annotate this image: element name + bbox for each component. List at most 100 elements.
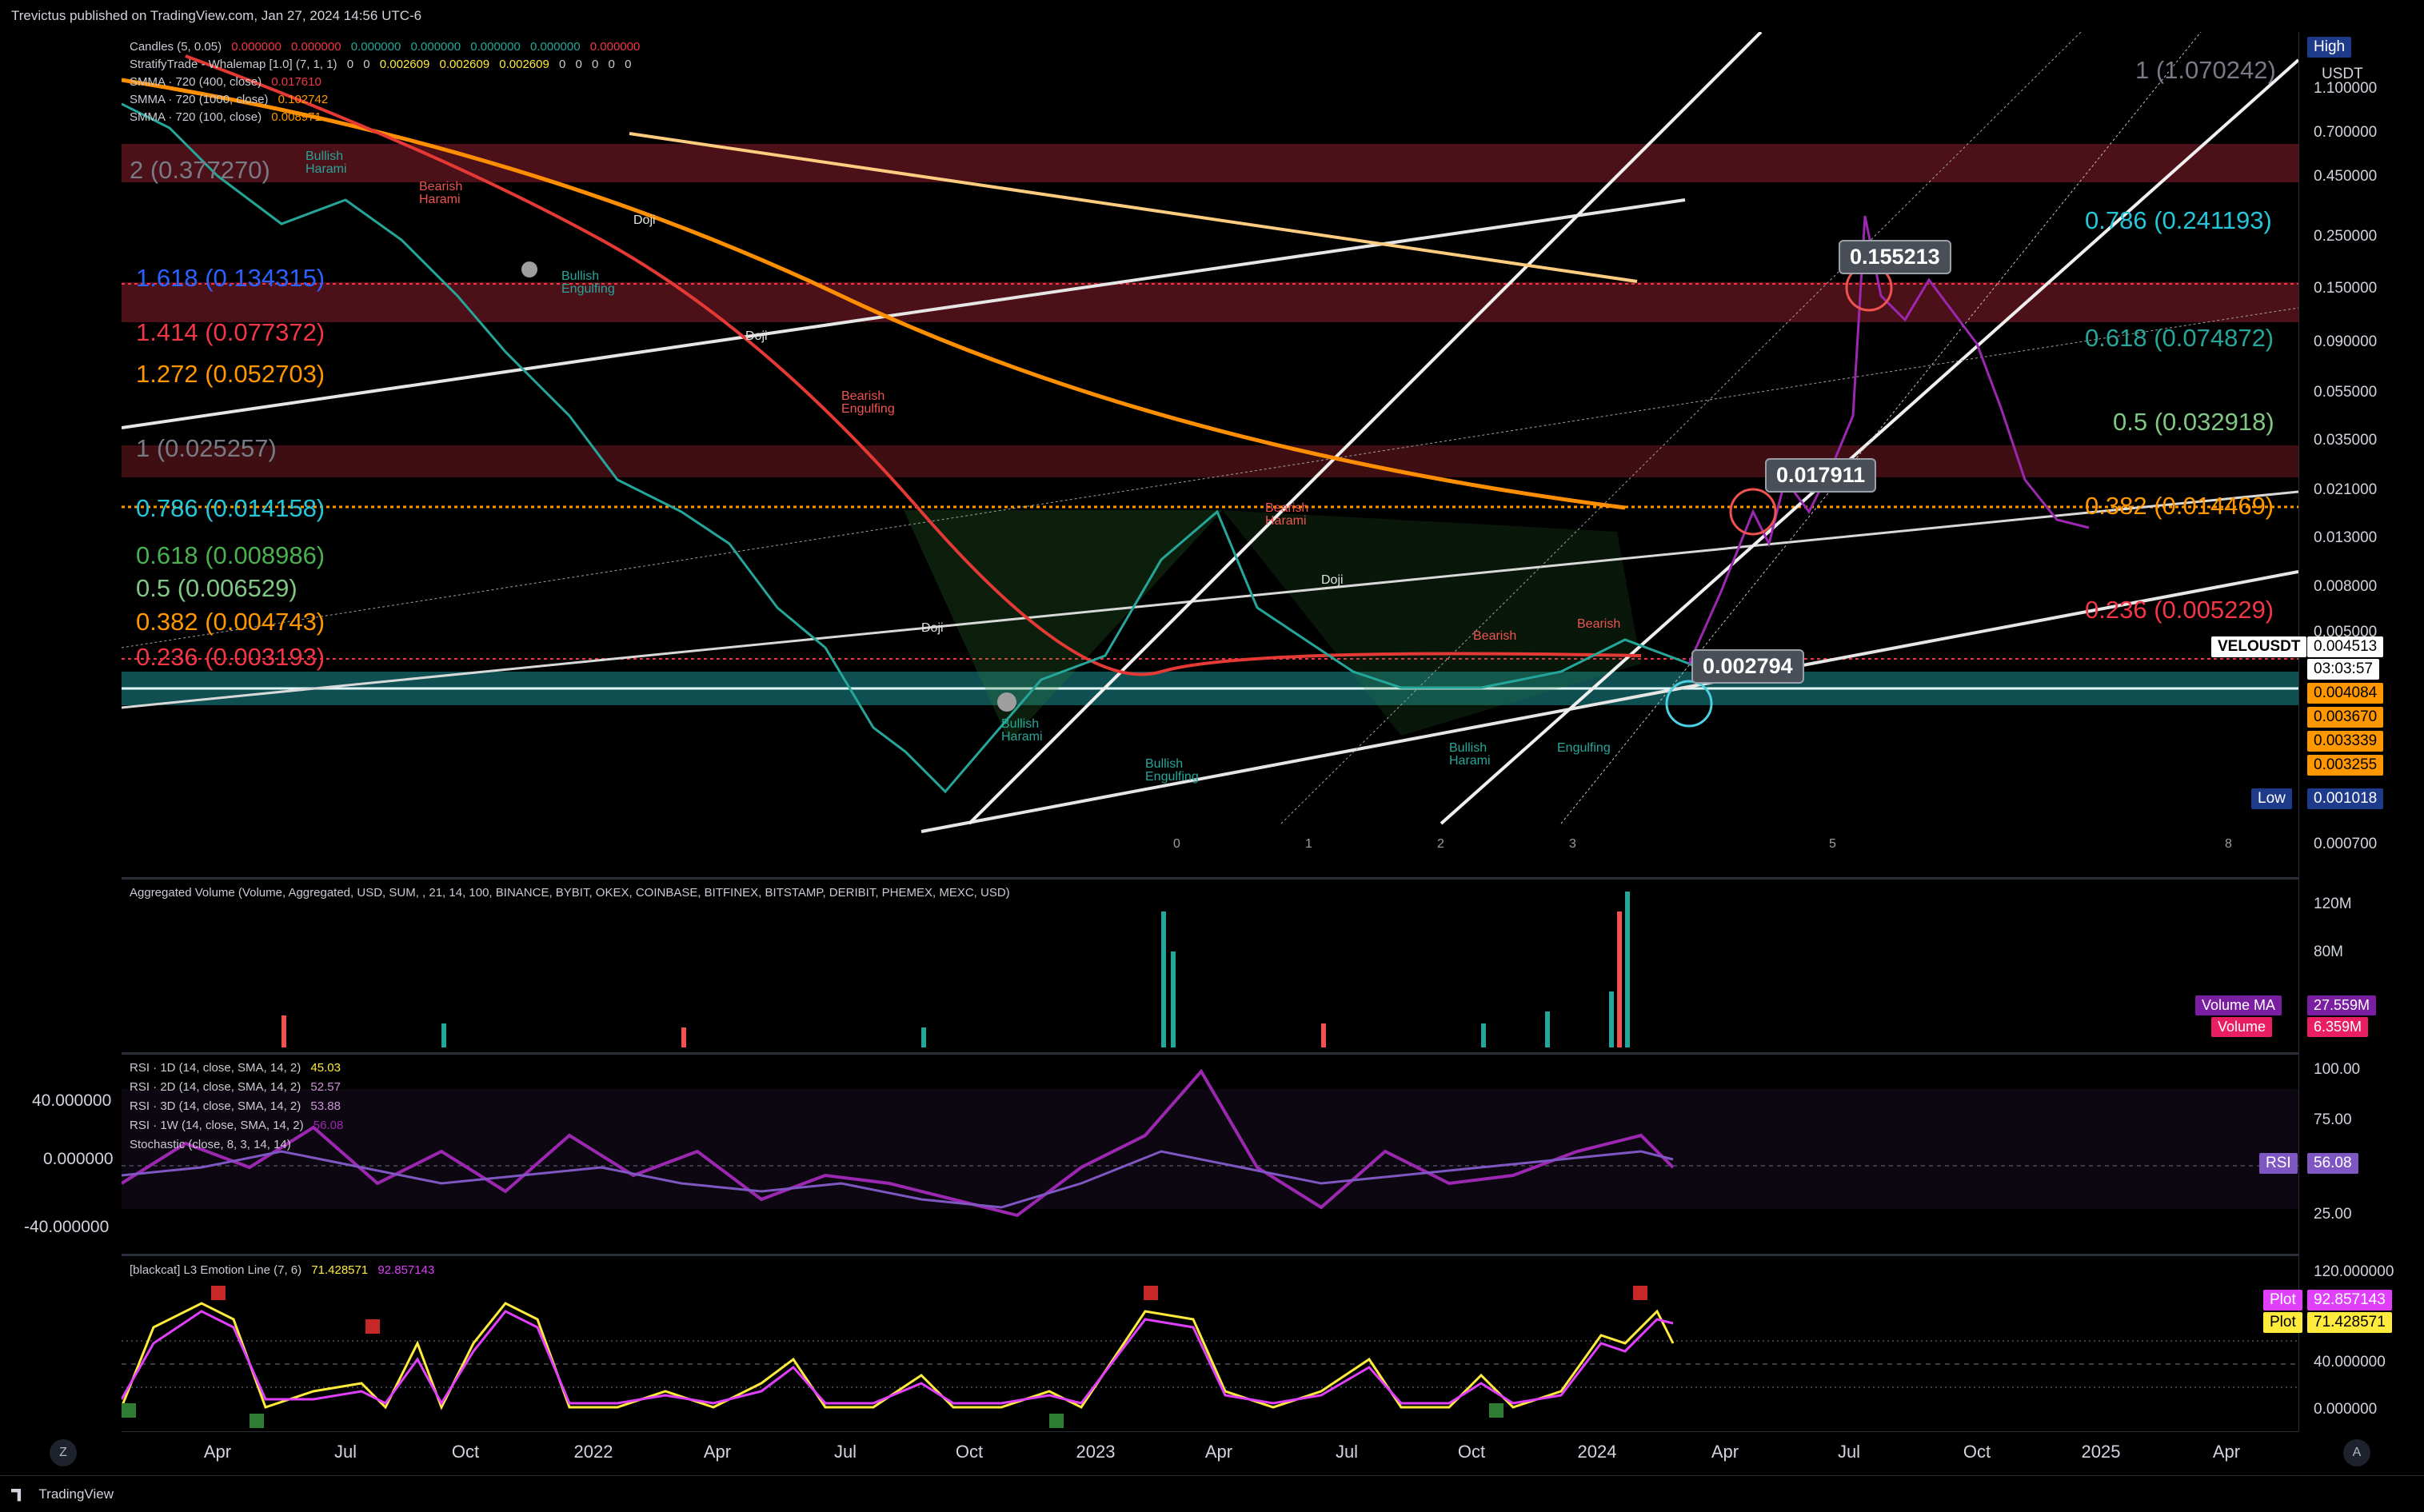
- time-label: Oct: [1963, 1442, 1991, 1462]
- price-scale[interactable]: High USDT 1.100000 0.700000 0.450000 0.2…: [2195, 32, 2424, 1431]
- fib-label: 0.382 (0.014469): [2085, 492, 2274, 520]
- price-callout: 0.017911: [1765, 458, 1877, 493]
- pane-divider[interactable]: [122, 877, 2298, 880]
- pattern-label: Bullish: [1001, 717, 1039, 731]
- chart-canvas[interactable]: Bullish Harami Bearish Harami Bullish En…: [120, 30, 2300, 1431]
- pane-divider[interactable]: [122, 1254, 2298, 1256]
- legend-rsi-3d[interactable]: RSI · 3D (14, close, SMA, 14, 2) 53.88: [130, 1099, 341, 1113]
- tradingview-logo-icon: [11, 1488, 22, 1502]
- price-tick: 0.150000: [2314, 280, 2378, 297]
- wave-number: 8: [2225, 837, 2232, 851]
- chart-area[interactable]: Bullish Harami Bearish Harami Bullish En…: [120, 30, 2300, 1431]
- time-label: 2024: [1577, 1442, 1617, 1462]
- publisher-text: Trevictus published on TradingView.com, …: [11, 8, 422, 23]
- time-label: 2025: [2081, 1442, 2121, 1462]
- legend-value: 0.000000: [470, 40, 521, 54]
- price-tick: 0.055000: [2314, 384, 2378, 401]
- legend-value: 0.000000: [530, 40, 581, 54]
- auto-scale-icon[interactable]: A: [2343, 1439, 2370, 1466]
- orange-price-tag: 0.003339: [2307, 731, 2384, 752]
- pattern-label: Engulfing: [841, 402, 895, 416]
- zoom-scale-icon[interactable]: Z: [50, 1439, 77, 1466]
- pattern-label: Bearish: [1265, 501, 1308, 515]
- legend-value: 53.88: [310, 1099, 341, 1113]
- pattern-label: Bearish: [419, 180, 462, 193]
- legend-value: 0: [592, 58, 599, 71]
- rsi-tick: 100.00: [2314, 1061, 2361, 1078]
- legend-value: 92.857143: [377, 1263, 435, 1277]
- volume-tick: 80M: [2314, 944, 2343, 960]
- legend-value: 0.008971: [271, 110, 321, 124]
- time-label: Jul: [1837, 1442, 1861, 1462]
- legend-strategy[interactable]: StratifyTrade - Whalemap [1.0] (7, 1, 1)…: [130, 58, 631, 71]
- wave-number: 3: [1569, 837, 1576, 851]
- legend-rsi-1d[interactable]: RSI · 1D (14, close, SMA, 14, 2) 45.03: [130, 1061, 341, 1075]
- countdown-tag: 03:03:57: [2307, 659, 2379, 680]
- fib-label: 1.414 (0.077372): [136, 318, 325, 346]
- legend-smma-400[interactable]: SMMA · 720 (400, close) 0.017610: [130, 75, 321, 89]
- time-label: 2023: [1076, 1442, 1116, 1462]
- time-label: Oct: [451, 1442, 480, 1462]
- fib-label: 1.618 (0.134315): [136, 264, 325, 292]
- legend-value: 0: [559, 58, 566, 71]
- volume-value: 6.359M: [2307, 1017, 2369, 1037]
- pane-divider[interactable]: [122, 1052, 2298, 1055]
- legend-name: [blackcat] L3 Emotion Line (7, 6): [130, 1263, 302, 1277]
- time-axis[interactable]: Apr Jul Oct 2022 Apr Jul Oct 2023 Apr Ju…: [122, 1431, 2298, 1476]
- time-label: Oct: [955, 1442, 984, 1462]
- legend-value: 0: [346, 58, 354, 71]
- price-callout: 0.002794: [1691, 649, 1804, 684]
- legend-value: 45.03: [310, 1061, 341, 1075]
- legend-emotion[interactable]: [blackcat] L3 Emotion Line (7, 6) 71.428…: [130, 1263, 434, 1277]
- fib-label: 1 (0.025257): [136, 434, 277, 462]
- volume-ma-label: Volume MA: [2195, 995, 2282, 1015]
- legend-value: 0: [363, 58, 370, 71]
- time-label: 2022: [573, 1442, 613, 1462]
- fib-label: 0.5 (0.006529): [136, 574, 298, 602]
- plot-value: 92.857143: [2307, 1290, 2392, 1311]
- pattern-label: Engulfing: [1557, 741, 1611, 755]
- legend-name: RSI · 1W (14, close, SMA, 14, 2): [130, 1119, 304, 1132]
- legend-rsi-1w[interactable]: RSI · 1W (14, close, SMA, 14, 2) 56.08: [130, 1119, 343, 1132]
- legend-value: 52.57: [310, 1080, 341, 1094]
- price-tick: 0.000700: [2314, 836, 2378, 852]
- wave-number: 0: [1173, 837, 1180, 851]
- price-tick: 1.100000: [2314, 80, 2378, 97]
- emotion-tick: 40.000000: [2314, 1354, 2386, 1370]
- fib-label: 0.618 (0.008986): [136, 541, 325, 569]
- pattern-label: Harami: [305, 162, 347, 176]
- fib-label: 0.5 (0.032918): [2113, 408, 2274, 436]
- price-tick: 0.035000: [2314, 432, 2378, 449]
- pattern-label: Bearish: [1473, 629, 1516, 643]
- fib-label: 0.786 (0.014158): [136, 494, 325, 522]
- pattern-label: Harami: [1001, 730, 1043, 744]
- symbol-tag: VELOUSDT: [2211, 636, 2307, 657]
- price-tick: 0.021000: [2314, 481, 2378, 498]
- rsi-left-tick: 0.000000: [43, 1150, 114, 1168]
- pattern-label: Harami: [1449, 754, 1491, 768]
- fib-label: 0.236 (0.005229): [2085, 596, 2274, 624]
- rsi-tick: 75.00: [2314, 1111, 2352, 1128]
- legend-candles[interactable]: Candles (5, 0.05) 0.000000 0.000000 0.00…: [130, 40, 640, 54]
- price-tick: 0.090000: [2314, 333, 2378, 350]
- pattern-label: Bullish: [305, 150, 343, 163]
- wave-number: 2: [1437, 837, 1444, 851]
- volume-label: Volume: [2211, 1017, 2273, 1037]
- pivot-dot: [997, 692, 1016, 712]
- fib-label: 0.618 (0.074872): [2085, 324, 2274, 352]
- legend-name: RSI · 3D (14, close, SMA, 14, 2): [130, 1099, 302, 1113]
- legend-smma-100[interactable]: SMMA · 720 (100, close) 0.008971: [130, 110, 321, 124]
- legend-value: 0.002609: [379, 58, 430, 71]
- legend-value: 0: [608, 58, 615, 71]
- legend-stochastic[interactable]: Stochastic (close, 8, 3, 14, 14): [130, 1138, 291, 1151]
- legend-value: 71.428571: [311, 1263, 369, 1277]
- legend-volume[interactable]: Aggregated Volume (Volume, Aggregated, U…: [130, 886, 1010, 900]
- legend-smma-1000[interactable]: SMMA · 720 (1000, close) 0.102742: [130, 93, 328, 106]
- legend-rsi-2d[interactable]: RSI · 2D (14, close, SMA, 14, 2) 52.57: [130, 1080, 341, 1094]
- price-tick: 0.450000: [2314, 168, 2378, 185]
- legend-name: SMMA · 720 (100, close): [130, 110, 262, 124]
- volume-tick: 120M: [2314, 896, 2352, 912]
- low-value: 0.001018: [2307, 788, 2384, 809]
- pattern-label: Bearish: [1577, 617, 1620, 631]
- time-label: Jul: [333, 1442, 357, 1462]
